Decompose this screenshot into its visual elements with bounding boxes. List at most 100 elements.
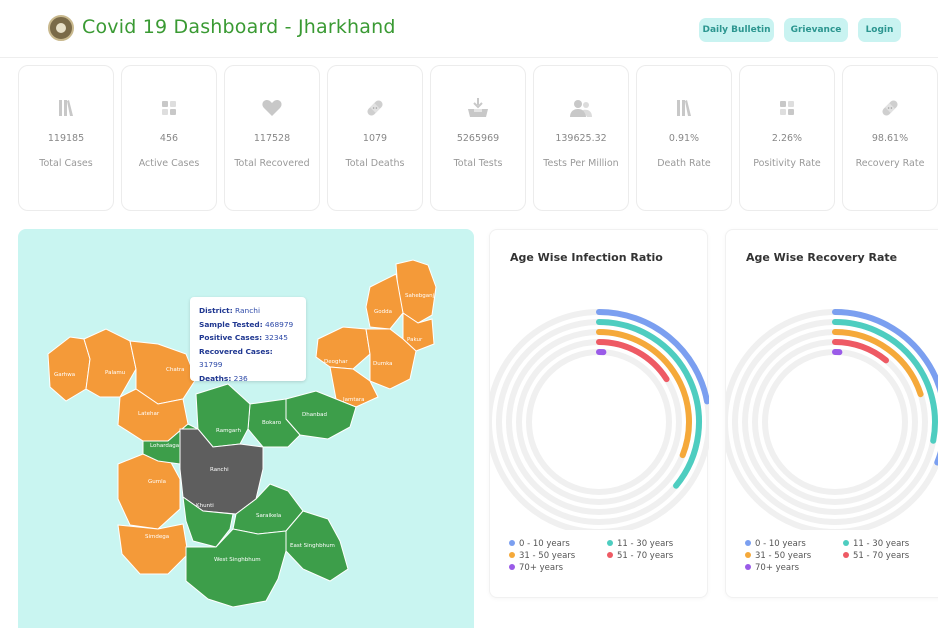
district-simdega[interactable] (117, 523, 189, 575)
stat-value: 139625.32 (555, 133, 607, 144)
stat-label: Total Cases (39, 158, 93, 169)
district-label: Dhanbad (302, 412, 327, 418)
legend-dot (843, 552, 849, 558)
stat-card: 139625.32 Tests Per Million (533, 65, 629, 211)
district-gumla[interactable] (117, 453, 181, 530)
infection-ratio-chart (490, 309, 709, 530)
district-godda[interactable] (365, 273, 404, 330)
legend-item[interactable]: 0 - 10 years (509, 539, 570, 549)
tooltip-positive-cases: Positive Cases: 32345 (199, 333, 288, 342)
tooltip-district: District: Ranchi (199, 306, 261, 315)
stat-value: 119185 (47, 133, 85, 144)
legend-item[interactable]: 51 - 70 years (843, 551, 909, 561)
district-label: Garhwa (54, 372, 75, 378)
district-label: Ranchi (210, 467, 229, 473)
district-label: Simdega (145, 534, 169, 540)
legend-item[interactable]: 70+ years (509, 563, 563, 573)
legend-dot (509, 540, 515, 546)
recovery-rate-chart (726, 309, 938, 530)
legend-item[interactable]: 51 - 70 years (607, 551, 673, 561)
stat-label: Death Rate (657, 158, 711, 169)
district-label: Lohardaga (150, 443, 179, 449)
stat-card: 0.91% Death Rate (636, 65, 732, 211)
legend-item[interactable]: 11 - 30 years (843, 539, 909, 549)
page-title: Covid 19 Dashboard - Jharkhand (82, 16, 396, 38)
district-garhwa[interactable] (47, 336, 91, 402)
legend-item[interactable]: 11 - 30 years (607, 539, 673, 549)
state-emblem-logo (48, 15, 74, 41)
legend-label: 11 - 30 years (853, 539, 910, 549)
legend-dot (607, 540, 613, 546)
tooltip-sample-tested: Sample Tested: 468979 (199, 319, 294, 329)
legend-label: 0 - 10 years (755, 539, 806, 549)
district-label: Jamtara (342, 397, 365, 403)
legend-label: 51 - 70 years (853, 551, 910, 561)
stat-card: 119185 Total Cases (18, 65, 114, 211)
radial-bar-2[interactable] (832, 319, 938, 444)
bandage-icon (328, 97, 422, 119)
legend-label: 70+ years (519, 563, 564, 573)
test-kit-icon (431, 97, 525, 119)
district-label: Sahebganj (405, 293, 435, 299)
stat-card: 117528 Total Recovered (224, 65, 320, 211)
district-label: Ramgarh (216, 428, 241, 434)
legend-item[interactable]: 31 - 50 years (509, 551, 575, 561)
stat-value: 5265969 (456, 133, 500, 144)
district-tooltip: District: Ranchi Sample Tested: 468979 P… (190, 297, 306, 383)
district-label: West Singhbhum (214, 557, 261, 563)
legend-dot (745, 552, 751, 558)
legend-label: 51 - 70 years (617, 551, 674, 561)
people-icon (534, 97, 628, 119)
stat-label: Tests Per Million (543, 158, 619, 169)
district-label: Palamu (105, 370, 125, 376)
legend-item[interactable]: 70+ years (745, 563, 799, 573)
radial-track (526, 349, 672, 495)
district-label: Khunti (196, 503, 214, 509)
legend-dot (745, 540, 751, 546)
radial-track (762, 349, 908, 495)
bandage-icon (843, 97, 937, 119)
heart-icon (225, 97, 319, 119)
district-label: Deoghar (324, 359, 348, 365)
grievance-button[interactable]: Grievance (784, 18, 848, 42)
header: Covid 19 Dashboard - Jharkhand Daily Bul… (0, 0, 938, 58)
legend-dot (509, 552, 515, 558)
legend-item[interactable]: 31 - 50 years (745, 551, 811, 561)
district-label: Saraikela (256, 513, 281, 519)
district-label: Gumla (148, 479, 166, 485)
stat-value: 0.91% (668, 133, 700, 144)
stat-label: Recovery Rate (855, 158, 925, 169)
stat-card: 1079 Total Deaths (327, 65, 423, 211)
district-palamu[interactable] (83, 328, 137, 398)
login-button[interactable]: Login (858, 18, 901, 42)
legend-dot (745, 564, 751, 570)
stat-card: 2.26% Positivity Rate (739, 65, 835, 211)
stat-card: 456 Active Cases (121, 65, 217, 211)
grid-icon (740, 97, 834, 119)
district-label: Latehar (138, 411, 160, 417)
legend-dot (509, 564, 515, 570)
district-label: Dumka (373, 361, 393, 367)
tooltip-deaths: Deaths: 236 (199, 373, 248, 383)
daily-bulletin-button[interactable]: Daily Bulletin (699, 18, 774, 42)
legend-item[interactable]: 0 - 10 years (745, 539, 806, 549)
legend-label: 31 - 50 years (755, 551, 812, 561)
stat-label: Total Tests (453, 158, 503, 169)
legend-label: 31 - 50 years (519, 551, 576, 561)
legend-dot (607, 552, 613, 558)
stat-value: 456 (159, 133, 179, 144)
stat-label: Total Deaths (345, 158, 405, 169)
bars-icon (637, 97, 731, 119)
legend-dot (843, 540, 849, 546)
stat-label: Total Recovered (234, 158, 310, 169)
stat-value: 1079 (362, 133, 388, 144)
legend-label: 0 - 10 years (519, 539, 570, 549)
bars-icon (19, 97, 113, 119)
recovery-rate-title: Age Wise Recovery Rate (746, 251, 898, 264)
stat-value: 2.26% (771, 133, 803, 144)
stat-value: 98.61% (871, 133, 909, 144)
district-label: East Singhbhum (290, 543, 335, 549)
grid-icon (122, 97, 216, 119)
district-label: Godda (374, 309, 392, 315)
legend-label: 11 - 30 years (617, 539, 674, 549)
